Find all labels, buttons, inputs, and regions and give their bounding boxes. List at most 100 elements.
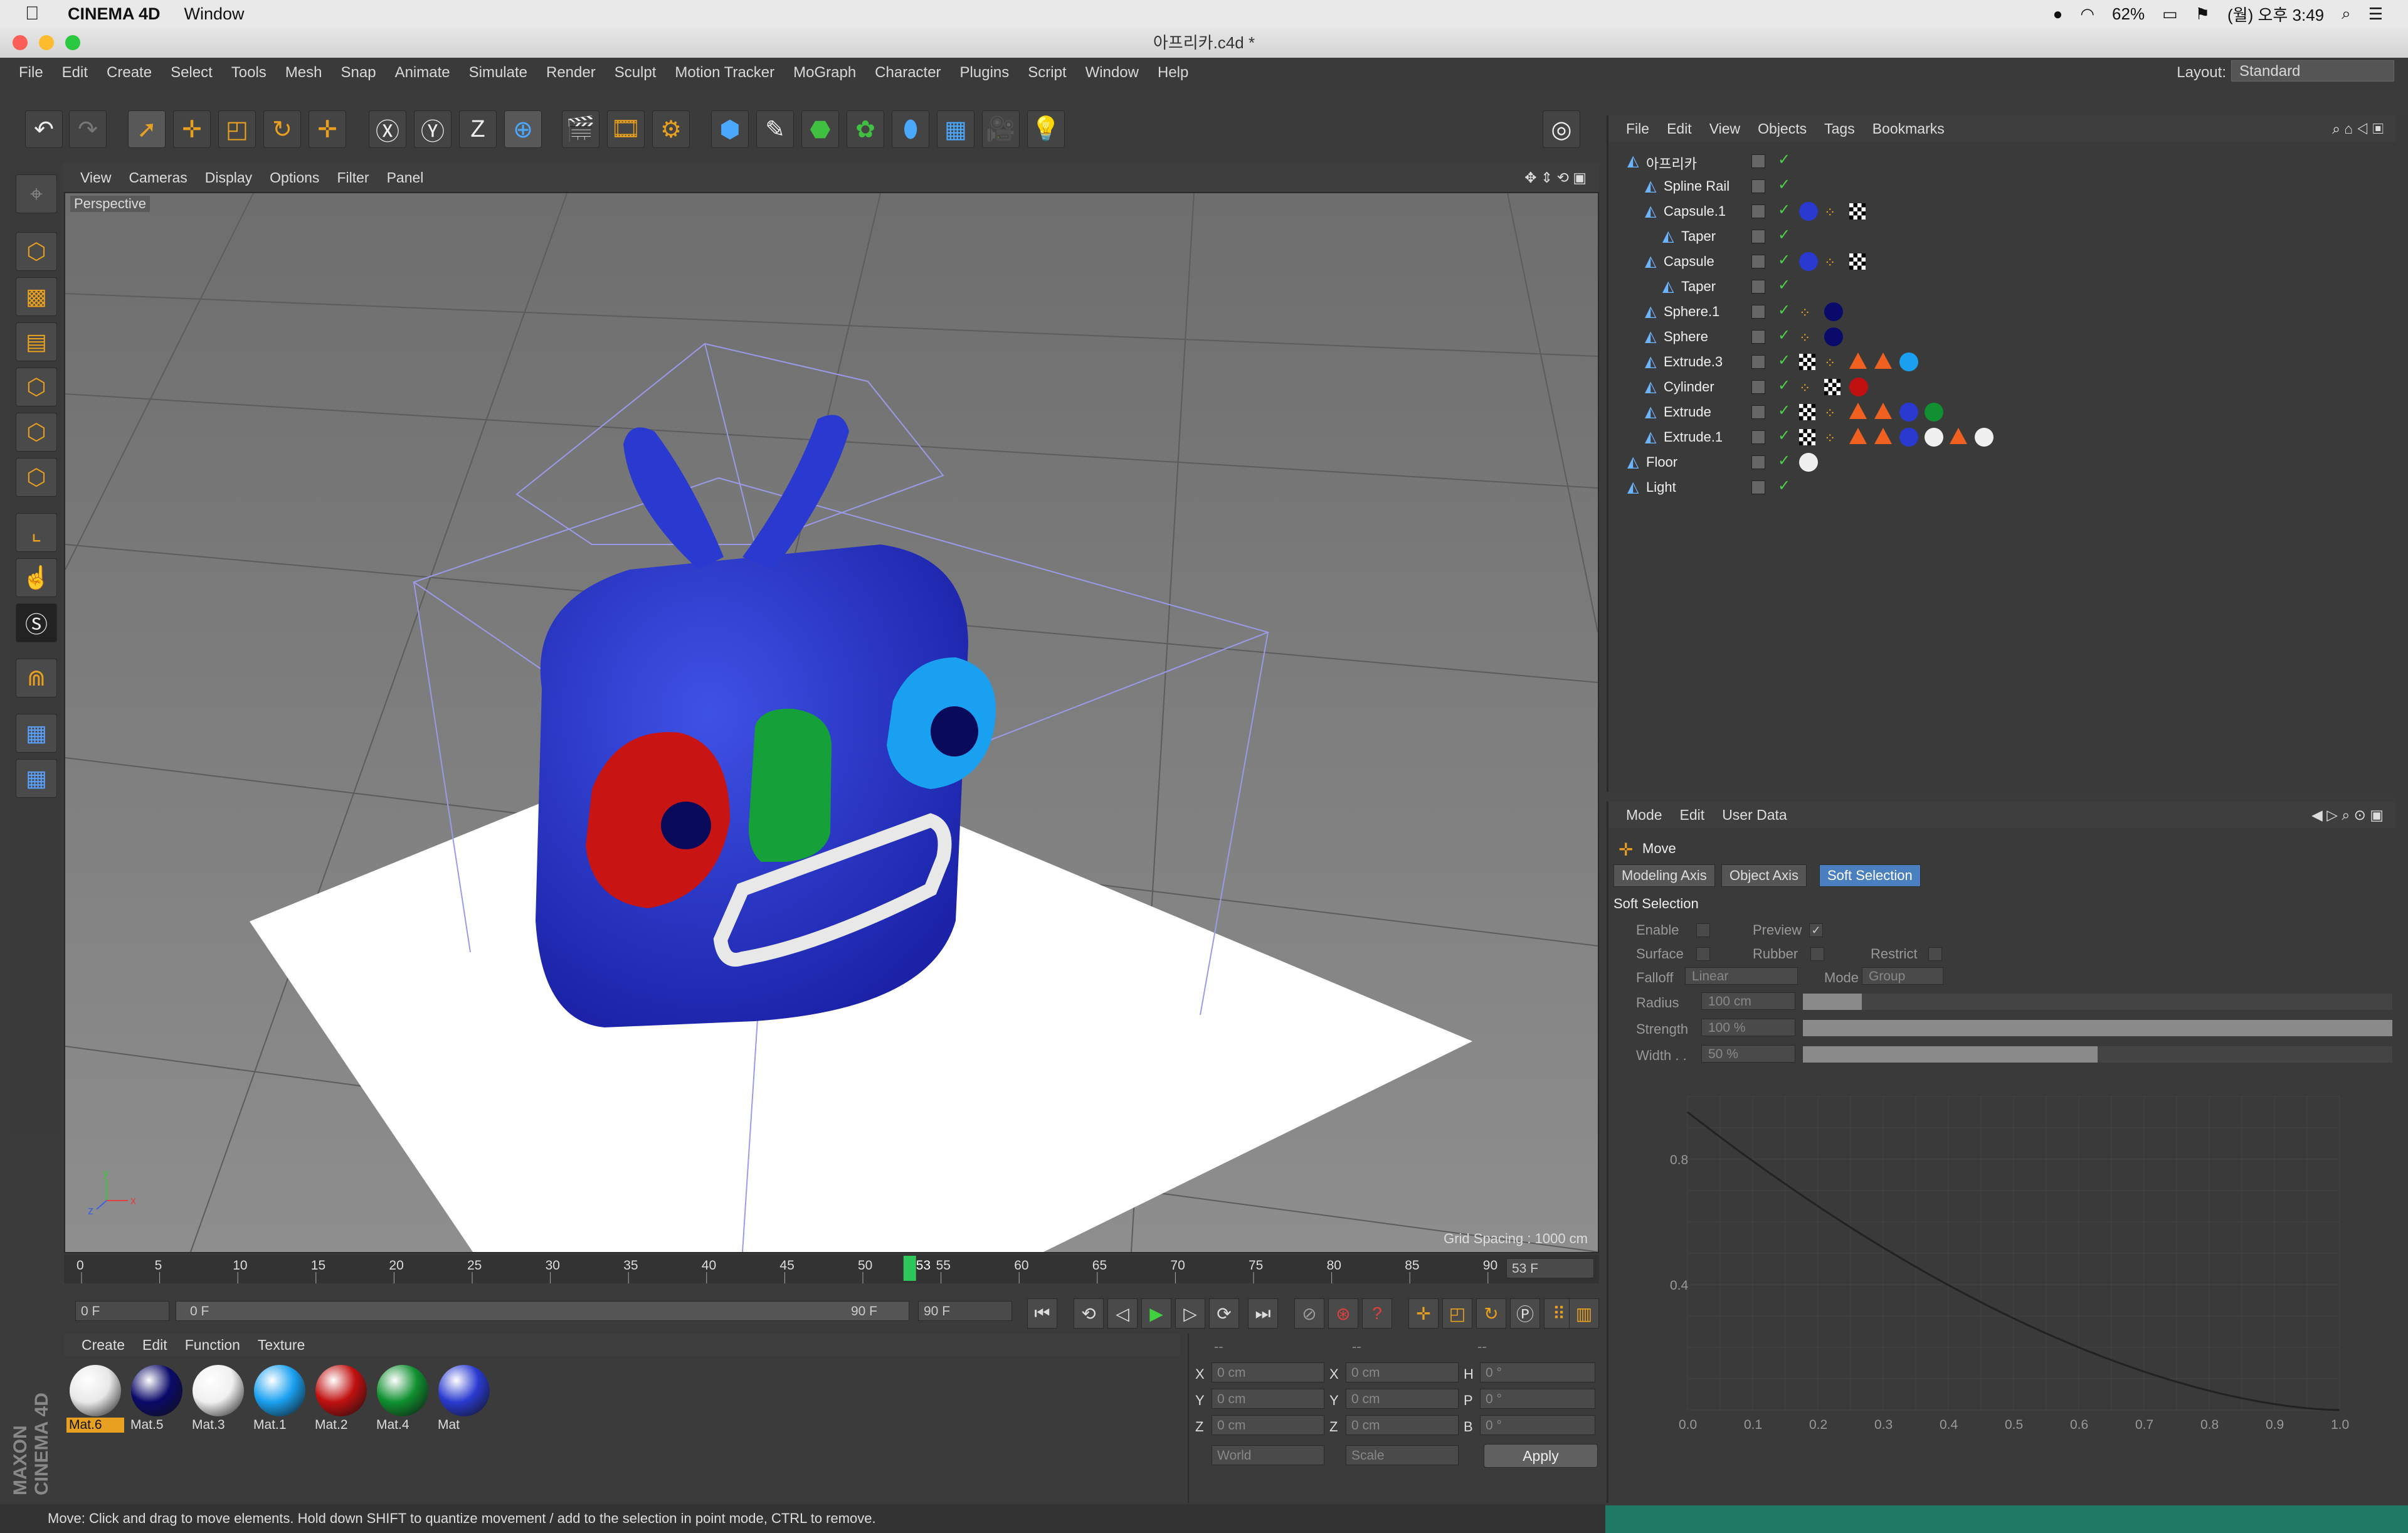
phong-tag-icon[interactable]: ⁘ — [1824, 405, 1837, 421]
material-swatch[interactable]: Mat.4 — [374, 1364, 431, 1434]
object-row[interactable]: ◭ Sphere.1 ✓ ⁘ — [1608, 299, 2396, 324]
object-enabled-check[interactable]: ✓ — [1778, 427, 1790, 445]
surface-checkbox[interactable] — [1696, 947, 1710, 961]
viewport-nav-icons[interactable]: ✥ ⇕ ⟲ ▣ — [1524, 169, 1587, 186]
mode-select[interactable]: Group — [1862, 967, 1943, 985]
material-tag-icon[interactable] — [1799, 453, 1818, 472]
menu-simulate[interactable]: Simulate — [469, 64, 527, 82]
object-name[interactable]: Light — [1646, 479, 1676, 496]
object-enabled-check[interactable]: ✓ — [1778, 401, 1790, 420]
phong-tag-icon[interactable]: ⁘ — [1824, 430, 1837, 446]
go-to-start-icon[interactable]: ⏮ — [1027, 1298, 1057, 1329]
material-swatch[interactable]: Mat.5 — [128, 1364, 186, 1434]
undo-icon[interactable]: ↶ — [25, 110, 63, 148]
menu-character[interactable]: Character — [875, 64, 941, 82]
flag-icon[interactable]: ⚑ — [2195, 4, 2210, 24]
object-visibility-toggle[interactable] — [1751, 255, 1765, 268]
apple-icon[interactable]:  — [25, 3, 44, 24]
object-name[interactable]: Cylinder — [1664, 379, 1714, 395]
material-swatch[interactable]: Mat — [435, 1364, 493, 1434]
object-row[interactable]: ◭ Capsule.1 ✓ ⁘ — [1608, 198, 2396, 223]
object-visibility-toggle[interactable] — [1751, 305, 1765, 319]
object-row[interactable]: ◭ Taper ✓ — [1608, 223, 2396, 248]
object-name[interactable]: Capsule.1 — [1664, 203, 1726, 220]
selection-tag-icon[interactable] — [1874, 353, 1892, 369]
x-axis-icon[interactable]: Ⓧ — [369, 110, 406, 148]
make-editable-icon[interactable]: ⌖ — [16, 174, 57, 213]
object-visibility-toggle[interactable] — [1751, 154, 1765, 168]
object-enabled-check[interactable]: ✓ — [1778, 477, 1790, 495]
object-name[interactable]: Floor — [1646, 454, 1677, 470]
object-menu-bookmarks[interactable]: Bookmarks — [1872, 120, 1945, 137]
object-name[interactable]: Sphere.1 — [1664, 304, 1719, 320]
menu-motion-tracker[interactable]: Motion Tracker — [675, 64, 774, 82]
object-enabled-check[interactable]: ✓ — [1778, 176, 1790, 194]
magnet-icon[interactable]: ⋒ — [16, 659, 57, 698]
selection-tag-icon[interactable] — [1874, 403, 1892, 419]
material-tag-icon[interactable] — [1849, 378, 1868, 396]
phong-tag-icon[interactable]: ⁘ — [1799, 380, 1812, 396]
object-row[interactable]: ◭ 아프리카 ✓ — [1608, 148, 2396, 173]
wifi-icon[interactable]: ◠ — [2080, 4, 2094, 24]
menu-animate[interactable]: Animate — [395, 64, 450, 82]
points-mode-icon[interactable]: ⬡ — [16, 368, 57, 406]
material-menu-create[interactable]: Create — [82, 1337, 125, 1354]
phong-tag-icon[interactable]: ⁘ — [1824, 355, 1837, 371]
object-visibility-toggle[interactable] — [1751, 330, 1765, 344]
list-icon[interactable]: ☰ — [2368, 4, 2383, 24]
object-enabled-check[interactable]: ✓ — [1778, 276, 1790, 294]
material-swatch[interactable]: Mat.2 — [312, 1364, 370, 1434]
menu-render[interactable]: Render — [546, 64, 596, 82]
live-selection-icon[interactable]: ➚ — [128, 110, 166, 148]
maximize-button[interactable] — [65, 35, 80, 50]
object-name[interactable]: Extrude.3 — [1664, 354, 1723, 370]
object-enabled-check[interactable]: ✓ — [1778, 326, 1790, 344]
clock[interactable]: (월) 오후 3:49 — [2227, 3, 2324, 26]
menu-tools[interactable]: Tools — [231, 64, 267, 82]
recent-tool-icon[interactable]: ✛ — [309, 110, 346, 148]
menu-sculpt[interactable]: Sculpt — [615, 64, 657, 82]
snap-icon[interactable]: Ⓢ — [16, 603, 57, 642]
minimize-button[interactable] — [39, 35, 54, 50]
material-tag-icon[interactable] — [1899, 403, 1918, 422]
lock-workplane-icon[interactable]: ▦ — [16, 714, 57, 753]
material-swatch[interactable]: Mat.1 — [251, 1364, 309, 1434]
object-row[interactable]: ◭ Capsule ✓ ⁘ — [1608, 248, 2396, 273]
falloff-select[interactable]: Linear — [1685, 967, 1798, 985]
object-visibility-toggle[interactable] — [1751, 355, 1765, 369]
restrict-checkbox[interactable] — [1928, 947, 1942, 961]
camera-icon[interactable]: 🎥 — [982, 110, 1020, 148]
playhead[interactable] — [903, 1256, 916, 1281]
coord-pos-x-field[interactable]: 0 cm — [1212, 1362, 1324, 1382]
material-tag-icon[interactable] — [1799, 252, 1818, 271]
object-menu-file[interactable]: File — [1626, 120, 1649, 137]
object-row[interactable]: ◭ Taper ✓ — [1608, 273, 2396, 299]
menu-select[interactable]: Select — [171, 64, 213, 82]
play-icon[interactable]: ▶ — [1141, 1298, 1171, 1329]
object-enabled-check[interactable]: ✓ — [1778, 201, 1790, 219]
selection-tag-icon[interactable] — [1849, 428, 1867, 444]
3d-viewport[interactable]: y x z Perspective Grid Spacing : 1000 cm — [64, 192, 1599, 1253]
object-name[interactable]: Taper — [1681, 228, 1716, 245]
phong-tag-icon[interactable]: ⁘ — [1799, 305, 1812, 321]
object-search-icon[interactable]: ⌕ ⌂ ◁ ▣ — [2332, 120, 2384, 137]
object-visibility-toggle[interactable] — [1751, 455, 1765, 469]
array-icon[interactable]: ✿ — [847, 110, 884, 148]
object-menu-tags[interactable]: Tags — [1824, 120, 1855, 137]
next-frame-icon[interactable]: ▷ — [1175, 1298, 1205, 1329]
material-tag-icon[interactable] — [1925, 403, 1943, 422]
coord-mode-select[interactable]: Scale — [1346, 1445, 1459, 1465]
object-name[interactable]: Extrude — [1664, 404, 1711, 420]
object-visibility-toggle[interactable] — [1751, 179, 1765, 193]
radius-slider-track[interactable] — [1803, 994, 2392, 1010]
texture-mode-icon[interactable]: ▩ — [16, 277, 57, 316]
texture-tag-icon[interactable] — [1799, 429, 1815, 445]
scale-icon[interactable]: ◰ — [218, 110, 256, 148]
viewport-menu-view[interactable]: View — [80, 169, 111, 186]
selection-tag-icon[interactable] — [1849, 403, 1867, 419]
preview-checkbox[interactable]: ✓ — [1809, 923, 1823, 937]
material-swatch[interactable]: Mat.6 — [66, 1364, 124, 1434]
object-enabled-check[interactable]: ✓ — [1778, 251, 1790, 269]
radius-field[interactable]: 100 cm — [1701, 992, 1795, 1010]
object-visibility-toggle[interactable] — [1751, 430, 1765, 444]
